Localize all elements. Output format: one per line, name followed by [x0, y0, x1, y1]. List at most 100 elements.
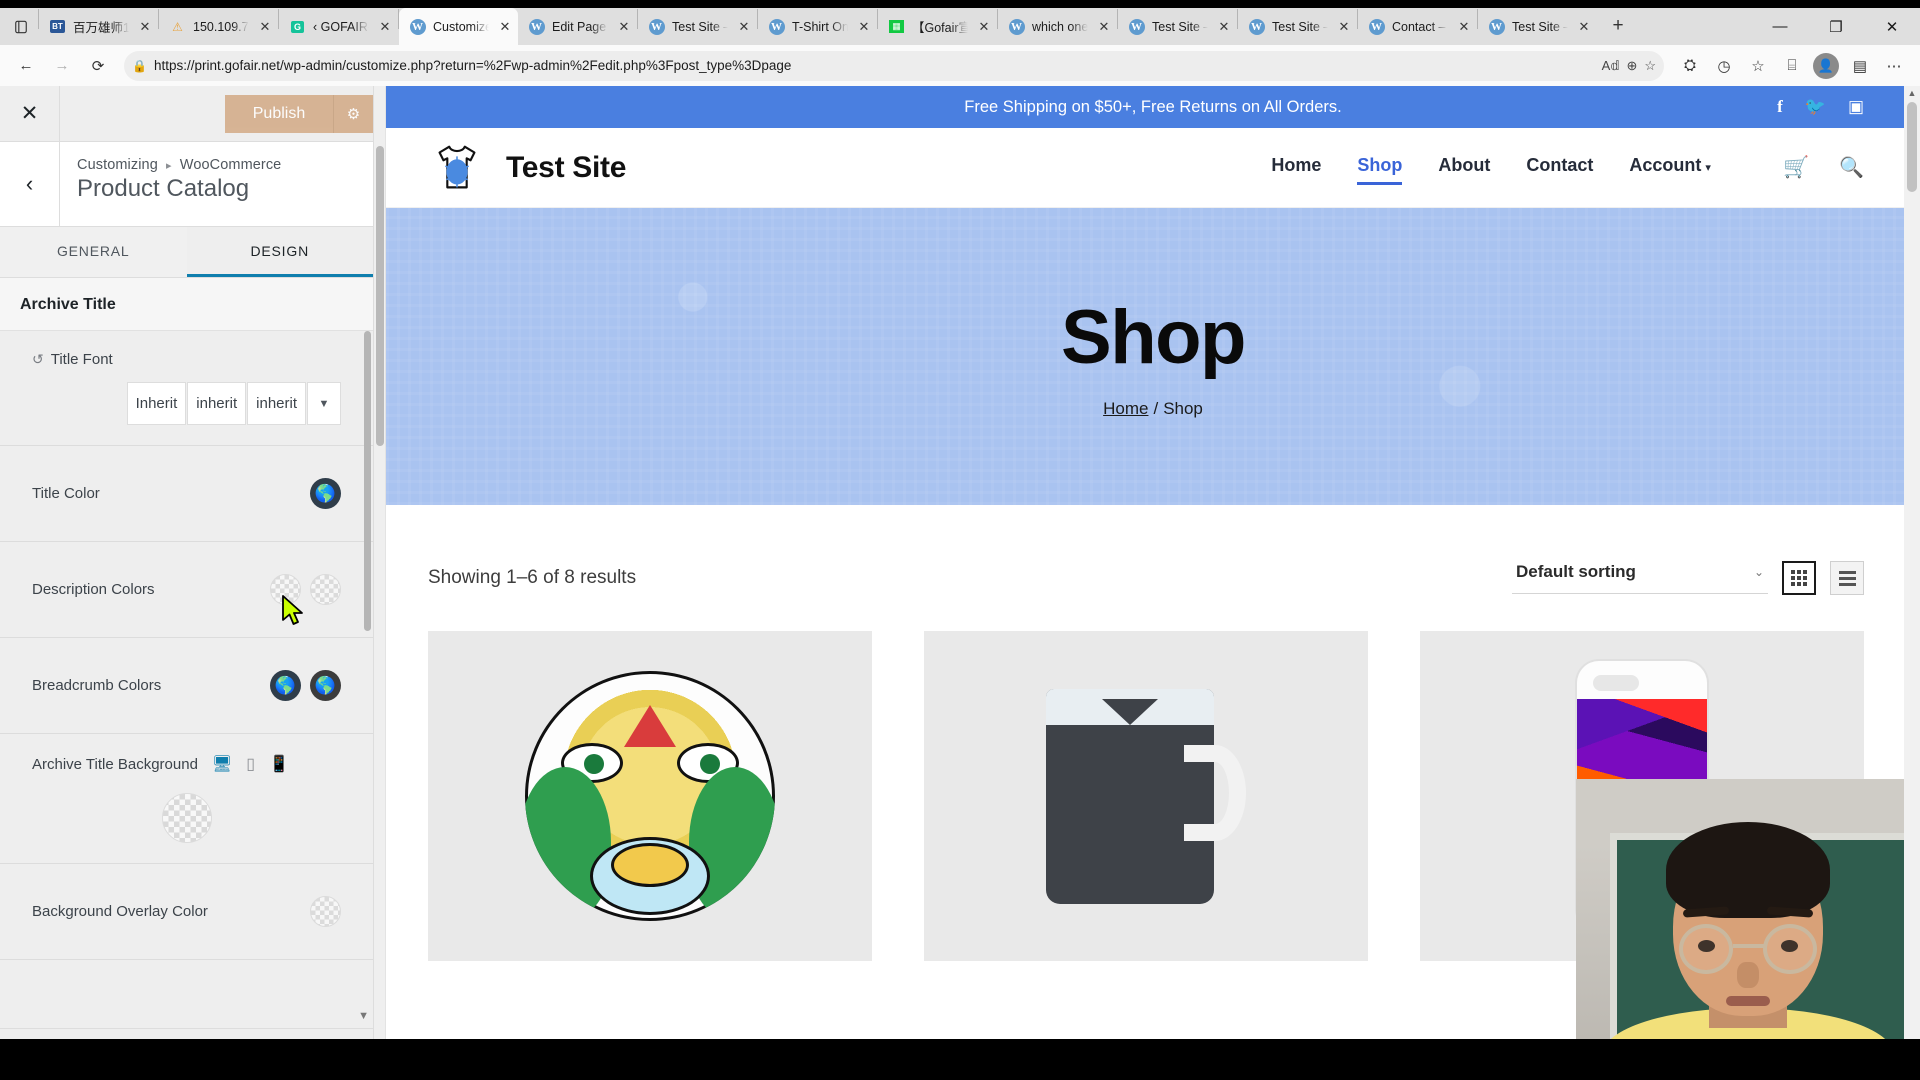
- browser-tab-12[interactable]: W Test Site – [ ✕: [1478, 8, 1597, 45]
- tab-close-button[interactable]: ✕: [615, 18, 633, 36]
- browser-tab-11[interactable]: W Contact – T ✕: [1358, 8, 1477, 45]
- font-style-select[interactable]: inherit: [247, 382, 306, 425]
- browser-tab-4[interactable]: W Edit Page “ ✕: [518, 8, 637, 45]
- description-color-swatch-1[interactable]: [270, 574, 301, 605]
- chevron-down-icon[interactable]: ▼: [307, 382, 341, 425]
- profile-avatar[interactable]: 👤: [1810, 50, 1842, 82]
- title-color-swatch[interactable]: 🌎: [310, 478, 341, 509]
- tab-label: 百万雄师1: [73, 21, 129, 35]
- background-overlay-color-swatch[interactable]: [310, 896, 341, 927]
- browser-tab-9[interactable]: W Test Site – [ ✕: [1118, 8, 1237, 45]
- tab-general[interactable]: GENERAL: [0, 227, 187, 277]
- browser-tab-7[interactable]: ▦ 【Gofair宣 ✕: [878, 8, 997, 45]
- font-control-group: Inherit inherit inherit ▼: [126, 382, 341, 425]
- tab-search-icon[interactable]: [4, 8, 38, 45]
- favorite-icon[interactable]: ☆: [1644, 58, 1656, 74]
- control-label-title-color: Title Color: [32, 485, 100, 502]
- browser-tab-0[interactable]: BT 百万雄师1 ✕: [39, 8, 158, 45]
- chevron-down-icon[interactable]: ▼: [358, 1010, 369, 1022]
- desktop-icon[interactable]: 🖥: [212, 754, 232, 774]
- nav-item-shop[interactable]: Shop: [1357, 155, 1403, 185]
- tab-close-button[interactable]: ✕: [376, 18, 394, 36]
- tab-close-button[interactable]: ✕: [136, 18, 154, 36]
- breadcrumb-root[interactable]: Customizing: [77, 157, 158, 173]
- split-screen-icon[interactable]: ▤: [1844, 50, 1876, 82]
- nav-item-contact[interactable]: Contact: [1526, 155, 1593, 180]
- sidebar-scrollbar[interactable]: [364, 331, 371, 631]
- preview-scrollbar[interactable]: ▲ ▼: [1904, 86, 1920, 1080]
- breadcrumb-separator: /: [1153, 399, 1159, 418]
- browser-tab-2[interactable]: G ‹ GOFAIR- F ✕: [279, 8, 398, 45]
- tablet-icon[interactable]: ▯: [246, 754, 255, 774]
- browser-tab-5[interactable]: W Test Site – [ ✕: [638, 8, 757, 45]
- tab-close-button[interactable]: ✕: [1095, 18, 1113, 36]
- tab-close-button[interactable]: ✕: [855, 18, 873, 36]
- new-tab-button[interactable]: +: [1603, 11, 1633, 41]
- archive-title-background-swatch[interactable]: [161, 793, 212, 843]
- product-image[interactable]: [428, 631, 872, 961]
- settings-more-icon[interactable]: ⋯: [1878, 50, 1910, 82]
- chevron-left-icon[interactable]: ‹: [0, 142, 60, 226]
- tab-close-button[interactable]: ✕: [496, 18, 514, 36]
- reload-button[interactable]: ⟳: [82, 50, 114, 82]
- tab-close-button[interactable]: ✕: [735, 18, 753, 36]
- browser-tab-3-active[interactable]: W Customize: ✕: [399, 8, 518, 45]
- gear-icon[interactable]: ⚙: [333, 94, 373, 133]
- breadcrumb-home-link[interactable]: Home: [1103, 399, 1148, 418]
- font-weight-select[interactable]: inherit: [187, 382, 247, 425]
- tab-close-button[interactable]: ✕: [1575, 18, 1593, 36]
- browser-tab-10[interactable]: W Test Site – [ ✕: [1238, 8, 1357, 45]
- preview-left-scrollbar[interactable]: [374, 86, 386, 1080]
- tab-close-button[interactable]: ✕: [1215, 18, 1233, 36]
- list-view-icon[interactable]: [1830, 561, 1864, 595]
- add-favorite-icon[interactable]: ☆: [1742, 50, 1774, 82]
- browser-tab-8[interactable]: W which one ✕: [998, 8, 1117, 45]
- address-bar[interactable]: 🔒 https://print.gofair.net/wp-admin/cust…: [124, 50, 1664, 81]
- preview-scrollbar-thumb[interactable]: [1907, 102, 1917, 192]
- browser-essentials-icon[interactable]: ◷: [1708, 50, 1740, 82]
- product-image[interactable]: [924, 631, 1368, 961]
- instagram-icon[interactable]: ▣: [1848, 97, 1864, 117]
- tab-close-button[interactable]: ✕: [975, 18, 993, 36]
- breadcrumb-color-swatch-2[interactable]: 🌎: [310, 670, 341, 701]
- tab-close-button[interactable]: ✕: [256, 18, 274, 36]
- grid-view-icon[interactable]: [1782, 561, 1816, 595]
- tab-label: Test Site – [: [672, 19, 728, 34]
- nav-item-account[interactable]: Account ▾: [1629, 155, 1711, 180]
- close-customizer-button[interactable]: ✕: [0, 86, 60, 141]
- browser-tab-6[interactable]: W T-Shirt One ✕: [758, 8, 877, 45]
- font-family-select[interactable]: Inherit: [126, 382, 187, 425]
- back-button[interactable]: ←: [10, 50, 42, 82]
- nav-item-home[interactable]: Home: [1271, 155, 1321, 180]
- zoom-icon[interactable]: ⊕: [1626, 58, 1637, 74]
- forward-button[interactable]: →: [46, 50, 78, 82]
- tab-close-button[interactable]: ✕: [1455, 18, 1473, 36]
- translate-icon[interactable]: ⛭: [1674, 50, 1706, 82]
- tab-close-button[interactable]: ✕: [1335, 18, 1353, 36]
- tab-design[interactable]: DESIGN: [186, 227, 373, 277]
- product-card[interactable]: [924, 631, 1368, 961]
- cart-icon[interactable]: 🛒: [1783, 156, 1809, 180]
- product-card[interactable]: [428, 631, 872, 961]
- window-close-button[interactable]: ✕: [1864, 8, 1920, 45]
- site-brand[interactable]: Test Site: [426, 137, 626, 199]
- facebook-icon[interactable]: f: [1777, 97, 1783, 117]
- tab-label: Test Site – [: [1512, 19, 1568, 34]
- breadcrumb-parent[interactable]: WooCommerce: [180, 157, 282, 173]
- scroll-up-arrow-icon[interactable]: ▲: [1904, 88, 1920, 98]
- twitter-icon[interactable]: 🐦: [1805, 97, 1826, 117]
- nav-item-about[interactable]: About: [1438, 155, 1490, 180]
- sort-select[interactable]: Default sorting ⌄: [1512, 562, 1768, 594]
- search-icon[interactable]: 🔍: [1839, 155, 1864, 180]
- read-aloud-icon[interactable]: A𝕕: [1602, 58, 1620, 74]
- description-color-swatch-2[interactable]: [310, 574, 341, 605]
- window-minimize-button[interactable]: —: [1752, 8, 1808, 45]
- preview-left-scrollbar-thumb[interactable]: [376, 146, 384, 446]
- reset-icon[interactable]: ↺: [32, 351, 44, 368]
- window-maximize-button[interactable]: ❐: [1808, 8, 1864, 45]
- publish-button[interactable]: Publish: [225, 94, 333, 133]
- mobile-icon[interactable]: 📱: [269, 754, 289, 774]
- collections-icon[interactable]: ⌸: [1776, 50, 1808, 82]
- browser-tab-1[interactable]: ⚠ 150.109.72. ✕: [159, 8, 278, 45]
- breadcrumb-color-swatch-1[interactable]: 🌎: [270, 670, 301, 701]
